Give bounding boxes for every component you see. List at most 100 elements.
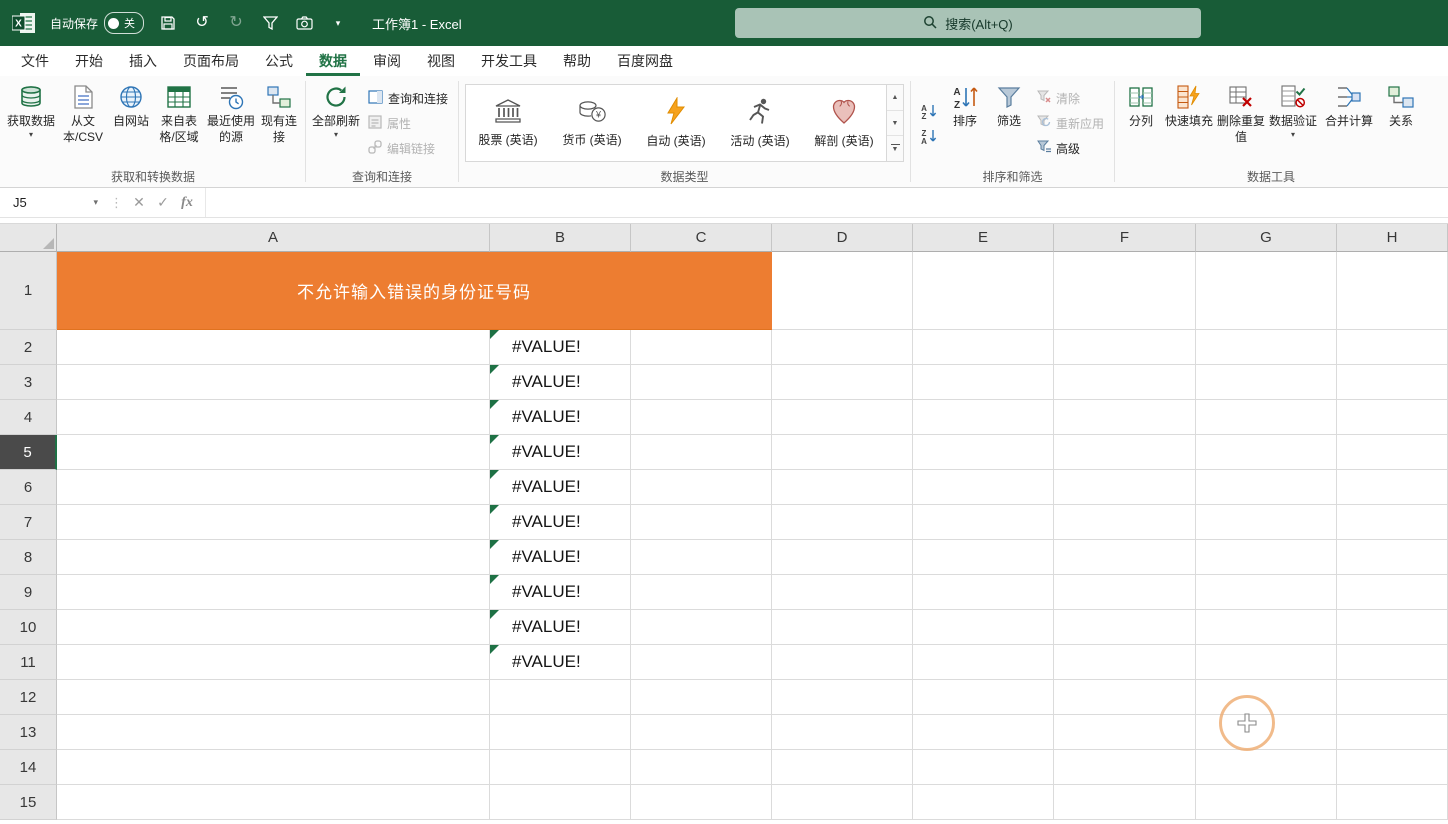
text-to-columns-button[interactable]: 分列 [1119, 79, 1163, 168]
cell-B8[interactable]: #VALUE! [490, 540, 631, 575]
cell-A15[interactable] [57, 785, 490, 820]
autosave-toggle[interactable]: 关 [104, 12, 144, 34]
tab-data[interactable]: 数据 [306, 46, 360, 76]
cell-A6[interactable] [57, 470, 490, 505]
refresh-all-button[interactable]: 全部刷新 ▾ [310, 79, 362, 168]
row-header-4[interactable]: 4 [0, 400, 57, 435]
cancel-formula-button[interactable]: ✕ [127, 188, 151, 217]
cell-C13[interactable] [631, 715, 772, 750]
properties-button[interactable]: 属性 [364, 113, 452, 134]
cell-A11[interactable] [57, 645, 490, 680]
cell-F14[interactable] [1054, 750, 1196, 785]
row-header-9[interactable]: 9 [0, 575, 57, 610]
from-text-csv-button[interactable]: 从文本/CSV [57, 79, 109, 168]
cell-G11[interactable] [1196, 645, 1337, 680]
cell-D5[interactable] [772, 435, 913, 470]
row-header-11[interactable]: 11 [0, 645, 57, 680]
cell-F11[interactable] [1054, 645, 1196, 680]
tab-formulas[interactable]: 公式 [252, 46, 306, 76]
cell-H10[interactable] [1337, 610, 1448, 645]
cell-E8[interactable] [913, 540, 1054, 575]
cell-F4[interactable] [1054, 400, 1196, 435]
cell-G12[interactable] [1196, 680, 1337, 715]
gallery-more-button[interactable]: ▼ [887, 136, 903, 161]
cell-B12[interactable] [490, 680, 631, 715]
row-header-2[interactable]: 2 [0, 330, 57, 365]
cell-G6[interactable] [1196, 470, 1337, 505]
cell-F10[interactable] [1054, 610, 1196, 645]
tab-baidu-netdisk[interactable]: 百度网盘 [604, 46, 686, 76]
cell-F9[interactable] [1054, 575, 1196, 610]
cell-C12[interactable] [631, 680, 772, 715]
tab-help[interactable]: 帮助 [550, 46, 604, 76]
sort-az-button[interactable]: AZ [917, 101, 941, 122]
cell-C2[interactable] [631, 330, 772, 365]
cell-G3[interactable] [1196, 365, 1337, 400]
get-data-button[interactable]: 获取数据 ▾ [5, 79, 57, 168]
cell-F8[interactable] [1054, 540, 1196, 575]
cell-E3[interactable] [913, 365, 1054, 400]
cell-F1[interactable] [1054, 252, 1196, 330]
data-type-currencies[interactable]: ¥ 货币 (英语) [550, 85, 634, 161]
cell-B2[interactable]: #VALUE! [490, 330, 631, 365]
column-header-E[interactable]: E [913, 224, 1054, 252]
cell-E12[interactable] [913, 680, 1054, 715]
select-all-corner[interactable] [0, 224, 57, 252]
cell-F12[interactable] [1054, 680, 1196, 715]
row-header-10[interactable]: 10 [0, 610, 57, 645]
cell-G2[interactable] [1196, 330, 1337, 365]
cell-G8[interactable] [1196, 540, 1337, 575]
cell-B9[interactable]: #VALUE! [490, 575, 631, 610]
cell-H7[interactable] [1337, 505, 1448, 540]
cell-D2[interactable] [772, 330, 913, 365]
column-header-A[interactable]: A [57, 224, 490, 252]
cell-B10[interactable]: #VALUE! [490, 610, 631, 645]
cell-H12[interactable] [1337, 680, 1448, 715]
cell-B7[interactable]: #VALUE! [490, 505, 631, 540]
cell-H5[interactable] [1337, 435, 1448, 470]
cell-H15[interactable] [1337, 785, 1448, 820]
cell-C4[interactable] [631, 400, 772, 435]
cell-G13[interactable] [1196, 715, 1337, 750]
cell-F3[interactable] [1054, 365, 1196, 400]
excel-app-icon[interactable]: X [12, 12, 36, 34]
cell-A10[interactable] [57, 610, 490, 645]
cell-A5[interactable] [57, 435, 490, 470]
cell-E2[interactable] [913, 330, 1054, 365]
formula-input[interactable] [205, 188, 1448, 217]
cell-B6[interactable]: #VALUE! [490, 470, 631, 505]
redo-button[interactable]: ↻ [226, 13, 246, 33]
tab-page-layout[interactable]: 页面布局 [170, 46, 252, 76]
cell-H3[interactable] [1337, 365, 1448, 400]
cell-G7[interactable] [1196, 505, 1337, 540]
cell-E13[interactable] [913, 715, 1054, 750]
tab-file[interactable]: 文件 [8, 46, 62, 76]
tab-insert[interactable]: 插入 [116, 46, 170, 76]
cell-B14[interactable] [490, 750, 631, 785]
cell-H8[interactable] [1337, 540, 1448, 575]
cell-D9[interactable] [772, 575, 913, 610]
customize-qat-chevron-icon[interactable]: ▾ [328, 13, 348, 33]
column-header-G[interactable]: G [1196, 224, 1337, 252]
cell-G14[interactable] [1196, 750, 1337, 785]
edit-links-button[interactable]: 编辑链接 [364, 138, 452, 159]
data-validation-button[interactable]: 数据验证 ▾ [1267, 79, 1319, 168]
cell-D1[interactable] [772, 252, 913, 330]
cell-E15[interactable] [913, 785, 1054, 820]
enter-formula-button[interactable]: ✓ [151, 188, 175, 217]
clear-filter-button[interactable]: 清除 [1033, 88, 1108, 109]
cell-H14[interactable] [1337, 750, 1448, 785]
row-header-6[interactable]: 6 [0, 470, 57, 505]
advanced-filter-button[interactable]: 高级 [1033, 138, 1108, 159]
cell-F13[interactable] [1054, 715, 1196, 750]
cell-A12[interactable] [57, 680, 490, 715]
cell-E11[interactable] [913, 645, 1054, 680]
from-web-button[interactable]: 自网站 [109, 79, 153, 168]
cell-E1[interactable] [913, 252, 1054, 330]
remove-duplicates-button[interactable]: 删除重复值 [1215, 79, 1267, 168]
cell-H2[interactable] [1337, 330, 1448, 365]
insert-function-button[interactable]: fx [175, 188, 199, 217]
column-header-F[interactable]: F [1054, 224, 1196, 252]
cell-C15[interactable] [631, 785, 772, 820]
row-header-5[interactable]: 5 [0, 435, 57, 470]
